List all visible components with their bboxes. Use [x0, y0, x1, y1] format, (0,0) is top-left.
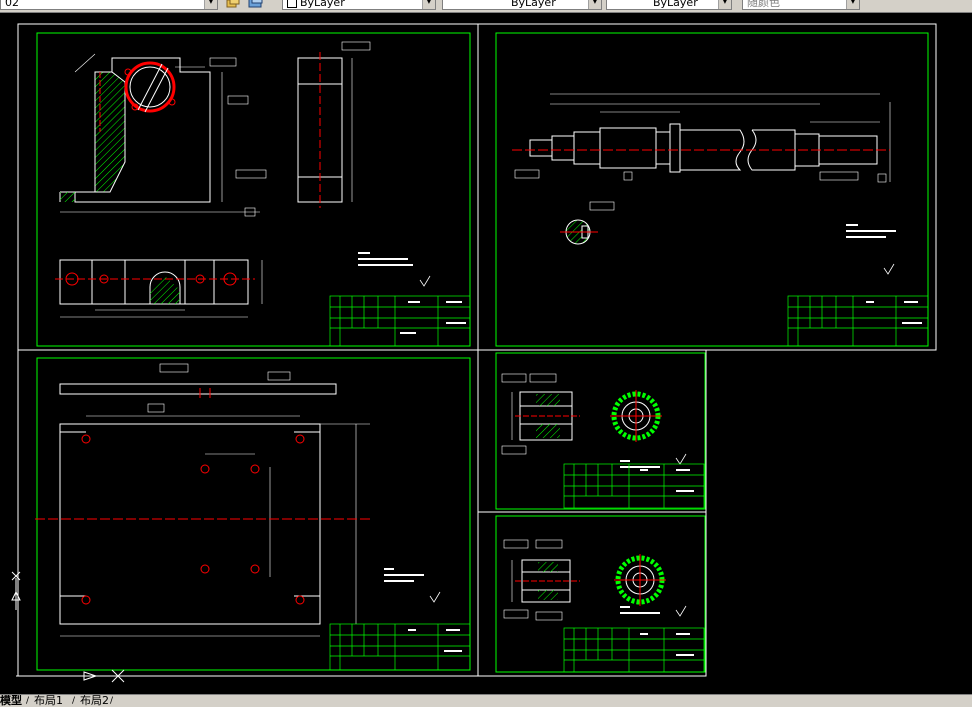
tab-separator: / — [72, 696, 76, 706]
tab-separator: / — [26, 696, 30, 706]
plotstyle-combo-value: 随颜色 — [747, 0, 780, 9]
plotstyle-combo[interactable]: 随颜色 ▼ — [742, 0, 860, 10]
chevron-down-icon[interactable]: ▼ — [846, 0, 859, 9]
drawing-canvas[interactable] — [0, 12, 972, 694]
chevron-down-icon[interactable]: ▼ — [718, 0, 731, 9]
layer-combo-value: 02 — [5, 0, 19, 9]
chevron-down-icon[interactable]: ▼ — [422, 0, 435, 9]
ucs-icon — [11, 571, 125, 683]
layer-previous-icon[interactable] — [248, 0, 263, 9]
color-combo[interactable]: ByLayer ▼ — [282, 0, 436, 10]
tab-layout2[interactable]: 布局2 — [80, 695, 109, 707]
sheet-bracket — [36, 32, 471, 347]
color-combo-value: ByLayer — [300, 0, 345, 9]
layer-state-icon[interactable] — [226, 0, 240, 9]
sheet-frames — [17, 23, 937, 677]
linetype-combo-value: ByLayer — [511, 0, 556, 9]
lineweight-combo[interactable]: ByLayer ▼ — [606, 0, 732, 10]
chevron-down-icon[interactable]: ▼ — [588, 0, 601, 9]
sheet-shaft — [495, 32, 929, 347]
tab-separator: / — [110, 696, 114, 706]
tab-layout1[interactable]: 布局1 — [34, 695, 63, 707]
sheet-plate — [35, 357, 471, 671]
linetype-combo[interactable]: ByLayer ▼ — [442, 0, 602, 10]
layer-combo[interactable]: 02 ▼ — [0, 0, 218, 10]
color-swatch — [287, 0, 297, 8]
layout-tabs-bar: 模型 / 布局1 / 布局2 / — [0, 694, 972, 707]
chevron-down-icon[interactable]: ▼ — [204, 0, 217, 9]
sheet-gear-2 — [495, 515, 706, 673]
tab-model[interactable]: 模型 — [0, 695, 22, 707]
sheet-gear-1 — [495, 352, 706, 510]
lineweight-combo-value: ByLayer — [653, 0, 698, 9]
